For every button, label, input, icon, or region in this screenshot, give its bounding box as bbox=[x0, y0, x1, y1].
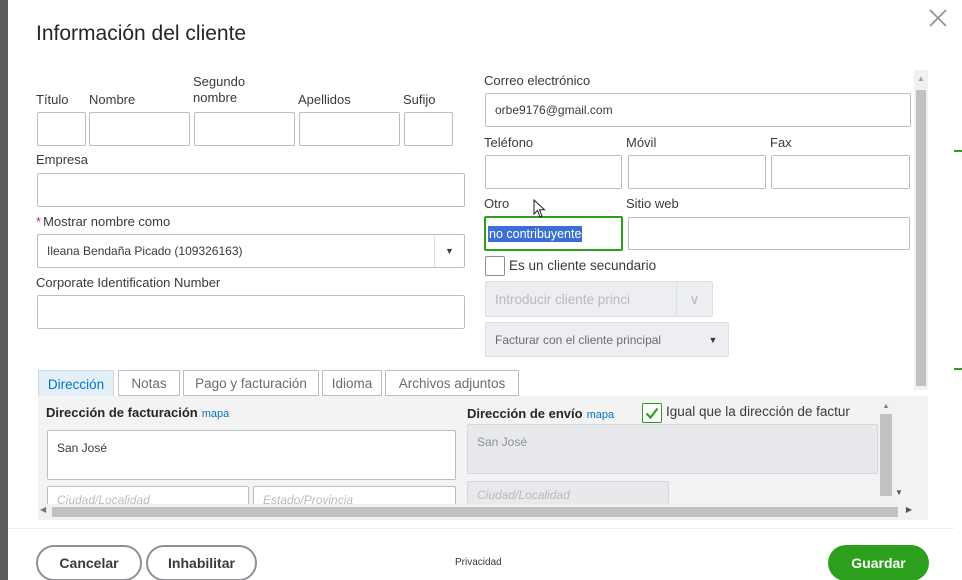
shipping-city-input: Ciudad/Localidad bbox=[467, 481, 669, 505]
tab-language[interactable]: Idioma bbox=[322, 370, 382, 396]
same-as-billing-checkbox[interactable] bbox=[642, 403, 662, 423]
billing-street-input[interactable]: San José bbox=[47, 430, 456, 480]
tab-attachments[interactable]: Archivos adjuntos bbox=[385, 370, 519, 396]
display-name-label: * Mostrar nombre como bbox=[36, 214, 170, 229]
company-label: Empresa bbox=[36, 152, 89, 167]
other-label: Otro bbox=[484, 196, 510, 211]
billing-map-link[interactable]: mapa bbox=[202, 408, 230, 420]
save-button[interactable]: Guardar bbox=[828, 545, 929, 580]
email-input[interactable]: orbe9176@gmail.com bbox=[485, 93, 911, 127]
footer-divider bbox=[8, 528, 954, 529]
scroll-up-arrow-icon[interactable]: ▲ bbox=[878, 400, 894, 412]
panel-vertical-scrollbar[interactable]: ▲ bbox=[878, 400, 894, 510]
background-window-edge bbox=[0, 0, 8, 580]
middle-name-input[interactable] bbox=[194, 112, 295, 146]
mouse-pointer-icon bbox=[533, 199, 546, 218]
website-label: Sitio web bbox=[626, 196, 679, 211]
same-as-billing-label: Igual que la dirección de factur bbox=[666, 404, 850, 419]
fax-label: Fax bbox=[770, 135, 792, 150]
last-name-label: Apellidos bbox=[298, 92, 351, 107]
billing-street-value: San José bbox=[57, 441, 108, 455]
mobile-label: Móvil bbox=[626, 135, 657, 150]
billing-address-label: Dirección de facturación bbox=[46, 405, 198, 420]
chevron-down-icon[interactable]: ∨ bbox=[676, 282, 712, 316]
scrollbar-thumb[interactable] bbox=[916, 90, 926, 386]
shipping-map-link[interactable]: mapa bbox=[587, 409, 615, 421]
first-name-label: Nombre bbox=[89, 92, 136, 107]
parent-customer-placeholder: Introducir cliente princi bbox=[495, 291, 631, 307]
shipping-street-value: San José bbox=[477, 435, 528, 449]
bill-with-parent-select[interactable]: Facturar con el cliente principal ▼ bbox=[485, 322, 729, 357]
customer-info-dialog: Información del cliente Título Nombre Se… bbox=[8, 0, 954, 580]
scrollbar-thumb[interactable] bbox=[52, 507, 898, 517]
other-input[interactable]: no contribuyente bbox=[484, 216, 623, 251]
scroll-up-arrow-icon[interactable]: ▲ bbox=[914, 70, 928, 86]
middle-name-label: Segundo nombre bbox=[193, 74, 246, 105]
dialog-title: Información del cliente bbox=[36, 22, 247, 45]
title-input[interactable] bbox=[37, 112, 86, 146]
required-asterisk: * bbox=[36, 214, 42, 229]
close-button[interactable] bbox=[926, 6, 950, 30]
suffix-label: Sufijo bbox=[403, 92, 436, 107]
secondary-customer-label: Es un cliente secundario bbox=[509, 258, 657, 273]
scroll-left-arrow-icon[interactable]: ◀ bbox=[40, 505, 46, 514]
tab-notes[interactable]: Notas bbox=[118, 370, 180, 396]
website-input[interactable] bbox=[628, 217, 910, 250]
tab-address[interactable]: Dirección bbox=[38, 370, 114, 398]
tab-payment-billing[interactable]: Pago y facturación bbox=[183, 370, 319, 396]
first-name-input[interactable] bbox=[89, 112, 190, 146]
background-window-edge-right bbox=[954, 0, 962, 580]
other-value: no contribuyente bbox=[488, 225, 583, 242]
cancel-button[interactable]: Cancelar bbox=[36, 545, 142, 580]
cin-input[interactable] bbox=[37, 295, 465, 329]
scroll-down-arrow-icon[interactable]: ▼ bbox=[895, 488, 903, 497]
display-name-label-text: Mostrar nombre como bbox=[43, 214, 171, 229]
fax-input[interactable] bbox=[771, 155, 910, 189]
disable-button[interactable]: Inhabilitar bbox=[146, 545, 257, 580]
phone-label: Teléfono bbox=[484, 135, 534, 150]
background-accent-mark bbox=[954, 368, 962, 370]
background-accent-mark bbox=[954, 150, 962, 152]
caret-down-icon[interactable]: ▼ bbox=[434, 235, 464, 267]
close-icon bbox=[929, 9, 947, 27]
company-input[interactable] bbox=[37, 173, 465, 207]
phone-input[interactable] bbox=[485, 155, 622, 189]
shipping-address-label: Dirección de envío bbox=[467, 406, 583, 421]
panel-horizontal-scrollbar[interactable]: ◀ ▶ bbox=[38, 504, 914, 520]
bill-with-parent-value: Facturar con el cliente principal bbox=[495, 332, 662, 347]
suffix-input[interactable] bbox=[404, 112, 453, 146]
scroll-right-arrow-icon[interactable]: ▶ bbox=[906, 505, 912, 514]
shipping-street-input: San José bbox=[467, 424, 878, 474]
privacy-link[interactable]: Privacidad bbox=[455, 557, 502, 568]
parent-customer-input[interactable]: Introducir cliente princi ∨ bbox=[485, 281, 713, 317]
last-name-input[interactable] bbox=[299, 112, 400, 146]
scrollbar-thumb[interactable] bbox=[880, 414, 892, 496]
display-name-select[interactable]: Ileana Bendaña Picado (109326163) ▼ bbox=[37, 234, 465, 268]
billing-address-heading: Dirección de facturación mapa bbox=[46, 405, 229, 420]
checkmark-icon bbox=[645, 407, 659, 420]
mobile-input[interactable] bbox=[628, 155, 766, 189]
cin-label: Corporate Identification Number bbox=[36, 275, 221, 290]
shipping-address-heading: Dirección de envío mapa bbox=[467, 406, 614, 421]
email-label: Correo electrónico bbox=[484, 73, 591, 88]
dialog-vertical-scrollbar[interactable]: ▲ bbox=[914, 70, 928, 390]
email-value: orbe9176@gmail.com bbox=[495, 103, 613, 117]
shipping-city-placeholder: Ciudad/Localidad bbox=[477, 488, 570, 502]
display-name-value: Ileana Bendaña Picado (109326163) bbox=[47, 244, 243, 258]
secondary-customer-checkbox[interactable] bbox=[485, 256, 505, 276]
caret-down-icon[interactable]: ▼ bbox=[698, 323, 728, 356]
title-label: Título bbox=[36, 92, 69, 107]
